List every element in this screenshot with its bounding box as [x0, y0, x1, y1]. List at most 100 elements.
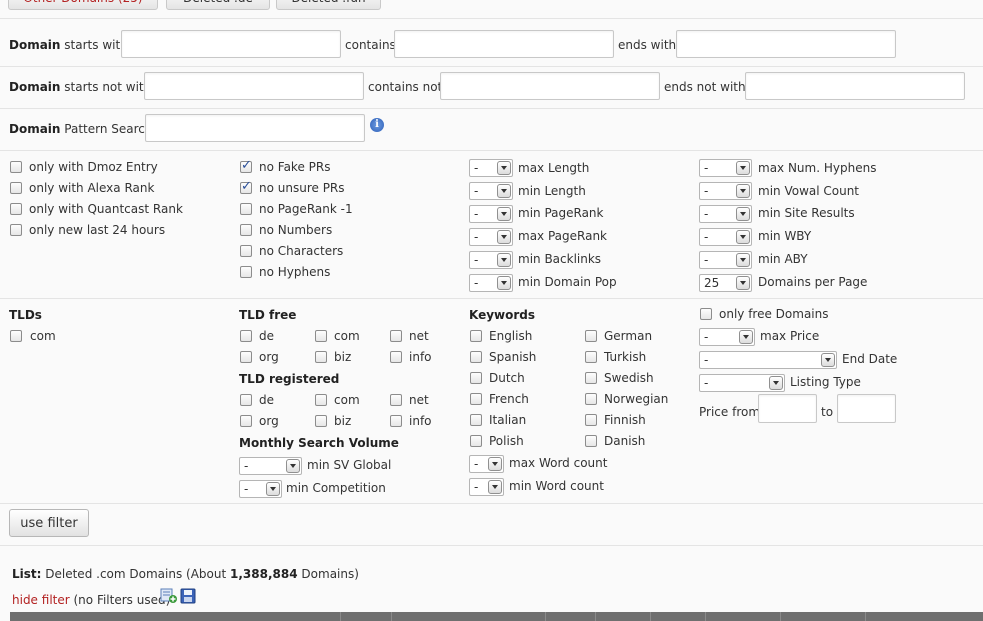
min-length-select[interactable]: - — [469, 182, 513, 200]
kw-danish-checkbox[interactable] — [585, 435, 597, 447]
tld-free-org-label: org — [259, 350, 279, 364]
contains-not-label: contains not — [368, 80, 443, 94]
chevron-down-icon — [497, 230, 511, 244]
kw-french-checkbox[interactable] — [470, 393, 482, 405]
divider — [0, 66, 983, 67]
chevron-down-icon — [736, 276, 750, 290]
kw-polish-checkbox[interactable] — [470, 435, 482, 447]
tld-free-biz-checkbox[interactable] — [315, 351, 327, 363]
kw-finnish-checkbox[interactable] — [585, 414, 597, 426]
no-hyphens-label: no Hyphens — [259, 265, 331, 279]
ends-not-with-input[interactable] — [745, 72, 965, 100]
price-from-input[interactable] — [758, 394, 817, 423]
only-alexa-checkbox[interactable] — [10, 182, 22, 194]
tld-reg-de-checkbox[interactable] — [240, 394, 252, 406]
tld-free-net-checkbox[interactable] — [390, 330, 402, 342]
kw-italian-checkbox[interactable] — [470, 414, 482, 426]
tld-free-info-label: info — [409, 350, 432, 364]
domains-per-page-select[interactable]: 25 — [699, 274, 752, 292]
no-pagerank-label: no PageRank -1 — [259, 202, 353, 216]
no-characters-checkbox[interactable] — [240, 245, 252, 257]
max-word-count-label: max Word count — [509, 456, 608, 470]
tld-free-com-checkbox[interactable] — [315, 330, 327, 342]
hide-filter-link[interactable]: hide filter — [12, 593, 70, 607]
kw-swedish-checkbox[interactable] — [585, 372, 597, 384]
tld-free-net-label: net — [409, 329, 429, 343]
kw-english-label: English — [489, 329, 533, 343]
min-pagerank-select[interactable]: - — [469, 205, 513, 223]
min-word-count-select[interactable]: - — [469, 478, 504, 496]
tld-free-org-checkbox[interactable] — [240, 351, 252, 363]
chevron-down-icon — [488, 480, 502, 494]
starts-with-input[interactable] — [121, 30, 341, 58]
no-unsure-prs-checkbox[interactable] — [240, 179, 252, 194]
max-pagerank-select[interactable]: - — [469, 228, 513, 246]
max-length-label: max Length — [518, 161, 590, 175]
pattern-search-input[interactable] — [145, 114, 365, 142]
kw-norwegian-checkbox[interactable] — [585, 393, 597, 405]
max-price-label: max Price — [760, 329, 820, 343]
tld-reg-biz-checkbox[interactable] — [315, 415, 327, 427]
tld-reg-org-checkbox[interactable] — [240, 415, 252, 427]
max-price-select[interactable]: - — [699, 328, 755, 346]
tld-com-checkbox[interactable] — [10, 330, 22, 342]
end-date-select[interactable]: - — [699, 351, 837, 369]
kw-german-checkbox[interactable] — [585, 330, 597, 342]
only-quantcast-checkbox[interactable] — [10, 203, 22, 215]
kw-french-label: French — [489, 392, 529, 406]
tld-reg-com-checkbox[interactable] — [315, 394, 327, 406]
tab-deleted-de[interactable]: Deleted .de — [166, 0, 270, 10]
tld-free-info-checkbox[interactable] — [390, 351, 402, 363]
no-hyphens-checkbox[interactable] — [240, 266, 252, 278]
tab-deleted-fun[interactable]: Deleted .fun — [276, 0, 381, 10]
min-vowel-count-select[interactable]: - — [699, 182, 752, 200]
ends-with-label: ends with — [618, 38, 677, 52]
use-filter-button[interactable]: use filter — [9, 509, 89, 537]
only-free-domains-checkbox[interactable] — [700, 308, 712, 320]
kw-dutch-checkbox[interactable] — [470, 372, 482, 384]
tld-reg-net-checkbox[interactable] — [390, 394, 402, 406]
starts-not-with-input[interactable] — [144, 72, 364, 100]
info-icon[interactable]: i — [370, 118, 384, 132]
only-new-24h-checkbox[interactable] — [10, 224, 22, 236]
floppy-disk-icon[interactable] — [180, 588, 196, 604]
tlds-heading: TLDs — [9, 308, 42, 322]
only-dmoz-checkbox[interactable] — [10, 161, 22, 173]
no-pagerank-checkbox[interactable] — [240, 203, 252, 215]
max-word-count-select[interactable]: - — [469, 455, 504, 473]
filter-save-icon[interactable] — [160, 588, 178, 604]
min-aby-select[interactable]: - — [699, 251, 752, 269]
no-numbers-label: no Numbers — [259, 223, 333, 237]
min-wby-select[interactable]: - — [699, 228, 752, 246]
min-site-results-select[interactable]: - — [699, 205, 752, 223]
tld-reg-info-checkbox[interactable] — [390, 415, 402, 427]
listing-type-select[interactable]: - — [699, 374, 785, 392]
chevron-down-icon — [769, 376, 783, 390]
kw-spanish-checkbox[interactable] — [470, 351, 482, 363]
divider — [0, 150, 983, 151]
min-domain-pop-select[interactable]: - — [469, 274, 513, 292]
min-sv-global-select[interactable]: - — [239, 457, 302, 475]
min-competition-label: min Competition — [286, 481, 386, 495]
max-hyphens-select[interactable]: - — [699, 159, 752, 177]
max-length-select[interactable]: - — [469, 159, 513, 177]
contains-not-input[interactable] — [440, 72, 660, 100]
tab-other-domains[interactable]: Other Domains (25) — [8, 0, 158, 10]
no-numbers-checkbox[interactable] — [240, 224, 252, 236]
no-fake-prs-checkbox[interactable] — [240, 158, 252, 173]
chevron-down-icon — [497, 161, 511, 175]
only-alexa-label: only with Alexa Rank — [29, 181, 155, 195]
kw-danish-label: Danish — [604, 434, 646, 448]
kw-turkish-checkbox[interactable] — [585, 351, 597, 363]
min-wby-label: min WBY — [758, 229, 812, 243]
kw-english-checkbox[interactable] — [470, 330, 482, 342]
min-backlinks-select[interactable]: - — [469, 251, 513, 269]
ends-with-input[interactable] — [676, 30, 896, 58]
min-competition-select[interactable]: - — [239, 480, 282, 498]
kw-swedish-label: Swedish — [604, 371, 654, 385]
tld-free-de-checkbox[interactable] — [240, 330, 252, 342]
price-to-input[interactable] — [837, 394, 896, 423]
contains-input[interactable] — [394, 30, 614, 58]
list-summary: List: Deleted .com Domains (About 1,388,… — [12, 567, 359, 581]
max-pagerank-label: max PageRank — [518, 229, 607, 243]
